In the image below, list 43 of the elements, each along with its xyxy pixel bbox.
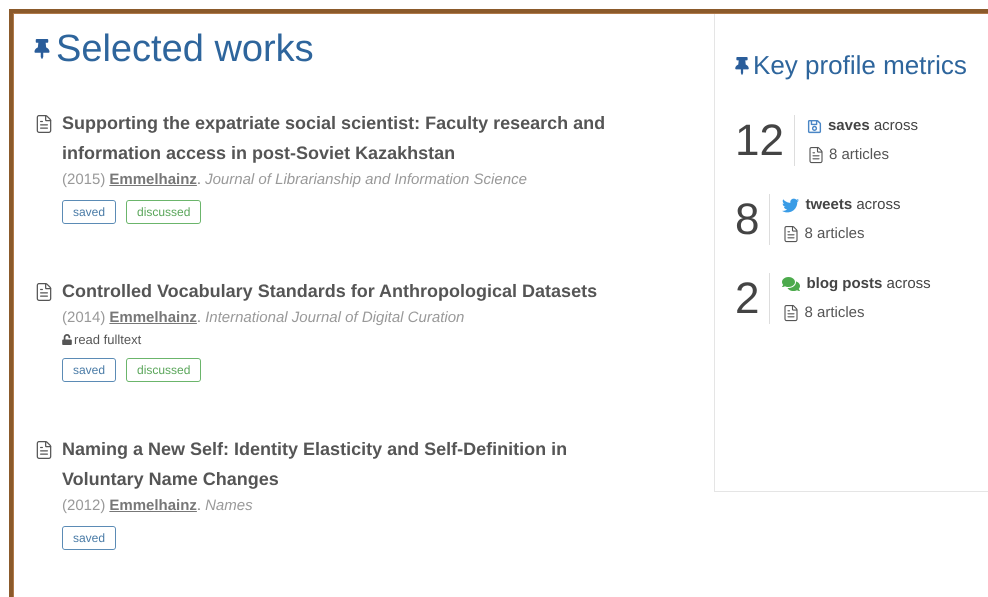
work-year: (2015): [62, 170, 106, 190]
speech-bubbles-icon: [782, 275, 800, 294]
work-title-link[interactable]: Supporting the expatriate social scientist: Faculty research and information access in post-Soviet Kazakhstan: [62, 108, 632, 168]
author-link[interactable]: Emmelhainz: [109, 494, 197, 518]
work-year: (2014): [62, 308, 106, 328]
separator-text: .: [196, 496, 202, 516]
fulltext-link[interactable]: read fulltext: [74, 330, 142, 350]
document-icon: [34, 440, 54, 460]
status-tag: discussed: [126, 358, 202, 382]
status-tag: saved: [62, 358, 116, 382]
article-count: 8 articles: [804, 302, 865, 322]
bird-icon: [782, 196, 800, 214]
metric-count: 8: [735, 198, 760, 242]
document-icon: [782, 224, 800, 243]
document-icon: [806, 146, 825, 164]
work-year: (2012): [62, 496, 106, 516]
pin-icon: [735, 56, 749, 74]
section-title: Selected works: [56, 30, 314, 68]
work-title-link[interactable]: Naming a New Self: Identity Elasticity and Self-Definition in Voluntary Name Changes: [62, 434, 632, 494]
unlocked-padlock-icon: [62, 334, 72, 346]
metric-label: saves across: [828, 116, 918, 136]
document-icon: [34, 282, 54, 302]
author-link[interactable]: Emmelhainz: [109, 306, 197, 330]
metric-count: 12: [735, 118, 785, 162]
journal-name: Journal of Librarianship and Information Science: [205, 170, 527, 190]
work-title-link[interactable]: Controlled Vocabulary Standards for Anthropological Datasets: [62, 276, 632, 306]
metric-label: blog posts across: [806, 274, 931, 294]
article-count: 8 articles: [828, 144, 889, 164]
panel-title: Key profile metrics: [753, 49, 967, 82]
metric-label: tweets across: [805, 195, 901, 215]
journal-name: International Journal of Digital Curation: [205, 308, 464, 328]
pin-icon: [34, 39, 50, 59]
document-icon: [782, 304, 800, 322]
document-icon: [34, 114, 54, 134]
author-link[interactable]: Emmelhainz: [109, 168, 197, 192]
status-tag: saved: [62, 526, 116, 550]
article-count: 8 articles: [804, 224, 865, 244]
metric-count: 2: [735, 276, 760, 320]
status-tag: discussed: [126, 200, 202, 224]
separator-text: .: [196, 170, 202, 190]
separator-text: .: [196, 308, 202, 328]
status-tag: saved: [62, 200, 116, 224]
journal-name: Names: [205, 496, 253, 516]
